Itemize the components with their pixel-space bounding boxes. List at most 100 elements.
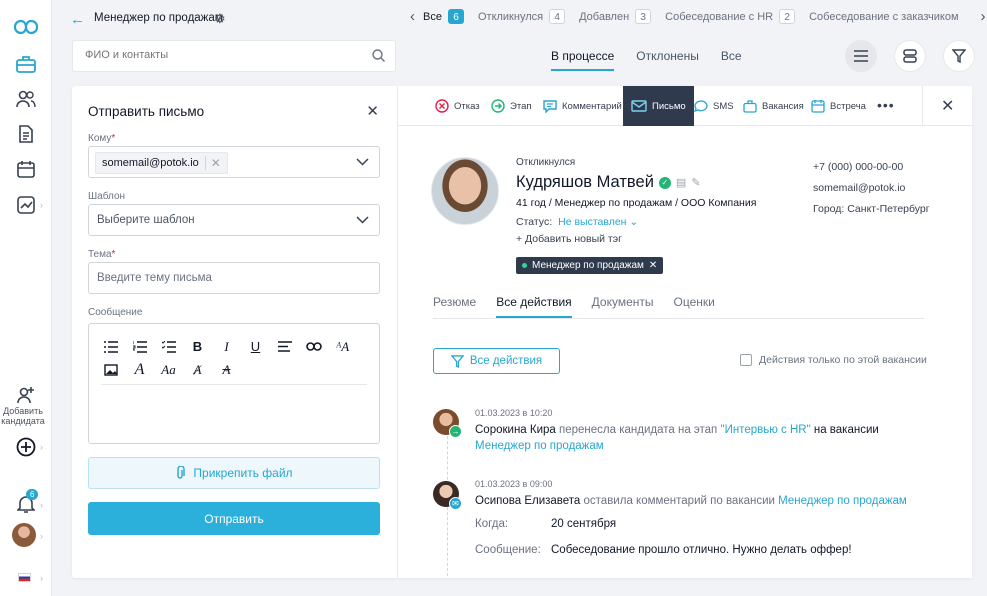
edit-icon[interactable]: ✎ bbox=[691, 176, 700, 189]
stage-added[interactable]: Добавлен 3 bbox=[579, 9, 652, 24]
meeting-action[interactable]: Встреча bbox=[811, 86, 866, 126]
email-action[interactable]: Письмо bbox=[623, 86, 694, 126]
vacancy-link[interactable]: Менеджер по продажам bbox=[778, 495, 907, 507]
send-button[interactable]: Отправить bbox=[88, 502, 380, 535]
event-when: Когда: 20 сентября bbox=[475, 518, 617, 530]
search-icon[interactable] bbox=[372, 49, 385, 65]
all-actions-filter-button[interactable]: Все действия bbox=[433, 348, 560, 374]
tab-all[interactable]: Все bbox=[721, 49, 742, 71]
subject-placeholder: Введите тему письма bbox=[97, 272, 212, 284]
tab-all-actions[interactable]: Все действия bbox=[496, 295, 572, 318]
gear-icon[interactable]: ⚙ bbox=[214, 11, 226, 27]
left-rail: › Добавить кандидата › 6 › › › bbox=[0, 0, 52, 596]
clear-format-icon[interactable]: A bbox=[217, 361, 236, 378]
subject-input[interactable]: Введите тему письма bbox=[88, 262, 380, 294]
tab-rejected[interactable]: Отклонены bbox=[636, 49, 699, 71]
vacancy-title[interactable]: Менеджер по продажам bbox=[94, 12, 223, 24]
bullet-list-icon[interactable] bbox=[101, 338, 120, 355]
document-icon[interactable] bbox=[13, 121, 39, 147]
stage-responded[interactable]: Откликнулся 4 bbox=[478, 9, 566, 24]
stage-client-interview[interactable]: Собеседование с заказчиком bbox=[809, 11, 958, 23]
briefcase-icon[interactable] bbox=[13, 51, 39, 77]
verified-icon: ✓ bbox=[658, 176, 671, 189]
send-email-panel: Отправить письмо ✕ Кому* somemail@potok.… bbox=[72, 86, 397, 578]
event-text: Осипова Елизавета оставила комментарий п… bbox=[475, 495, 907, 507]
only-vacancy-checkbox[interactable]: Действия только по этой вакансии bbox=[740, 354, 927, 366]
logo-icon[interactable] bbox=[13, 14, 39, 40]
chevron-right-icon[interactable]: › bbox=[981, 8, 986, 25]
vacancy-link[interactable]: Менеджер по продажам bbox=[475, 440, 604, 452]
stage-action[interactable]: Этап bbox=[491, 86, 532, 126]
tab-in-progress[interactable]: В процессе bbox=[551, 49, 615, 71]
envelope-icon bbox=[631, 100, 647, 112]
stage-hr-interview[interactable]: Собеседование с HR 2 bbox=[665, 9, 796, 24]
template-select[interactable]: Выберите шаблон bbox=[88, 204, 380, 236]
list-view-button[interactable] bbox=[845, 40, 877, 72]
align-left-icon[interactable] bbox=[275, 338, 294, 355]
back-arrow-icon[interactable]: ← bbox=[70, 11, 85, 28]
link-icon[interactable] bbox=[304, 338, 323, 355]
attach-file-button[interactable]: Прикрепить файл bbox=[88, 457, 380, 489]
vacancy-action[interactable]: Вакансия bbox=[743, 86, 804, 126]
candidate-tag: Менеджер по продажам ✕ bbox=[516, 257, 664, 274]
filter-button[interactable] bbox=[943, 40, 975, 72]
search-input[interactable] bbox=[85, 49, 365, 61]
remove-recipient-icon[interactable]: ✕ bbox=[204, 156, 221, 170]
resume-icon[interactable]: ▤ bbox=[676, 176, 686, 189]
candidate-email[interactable]: somemail@potok.io bbox=[813, 178, 930, 199]
font-style-icon[interactable]: A bbox=[130, 361, 149, 378]
status-dropdown[interactable]: Не выставлен ⌄ bbox=[558, 216, 638, 228]
card-view-button[interactable] bbox=[894, 40, 926, 72]
stage-all[interactable]: Все 6 bbox=[423, 9, 464, 24]
add-tag-link[interactable]: + Добавить новый тэг bbox=[516, 233, 622, 245]
comment-action[interactable]: Комментарий bbox=[543, 86, 622, 126]
reject-action[interactable]: Отказ bbox=[435, 86, 480, 126]
numbered-list-icon[interactable] bbox=[130, 338, 149, 355]
bold-icon[interactable]: B bbox=[188, 338, 207, 355]
chevron-right-icon: › bbox=[40, 573, 43, 583]
more-icon[interactable]: ••• bbox=[877, 97, 895, 113]
image-icon[interactable] bbox=[101, 361, 120, 378]
editor-toolbar-row-2: A Aa Ⱥ A bbox=[101, 361, 236, 378]
chevron-right-icon: › bbox=[40, 500, 43, 510]
user-avatar[interactable] bbox=[12, 523, 36, 547]
close-icon[interactable]: ✕ bbox=[941, 96, 954, 116]
text-color-icon[interactable]: Ⱥ bbox=[188, 361, 207, 378]
users-icon[interactable] bbox=[13, 86, 39, 112]
text-size-icon[interactable]: Aa bbox=[159, 361, 178, 378]
analytics-icon[interactable] bbox=[13, 192, 39, 218]
candidate-phone[interactable]: +7 (000) 000-00-00 bbox=[813, 157, 930, 178]
candidate-subtitle: 41 год / Менеджер по продажам / ООО Комп… bbox=[516, 197, 757, 209]
stage-change-icon: → bbox=[449, 425, 462, 438]
underline-icon[interactable]: U bbox=[246, 338, 265, 355]
font-size-icon[interactable]: ᴬA bbox=[333, 338, 352, 355]
stage-link[interactable]: "Интервью с HR" bbox=[720, 424, 810, 436]
checklist-icon[interactable] bbox=[159, 338, 178, 355]
tab-documents[interactable]: Документы bbox=[592, 295, 654, 318]
remove-tag-icon[interactable]: ✕ bbox=[649, 260, 657, 271]
language-flag-icon[interactable] bbox=[18, 573, 31, 582]
columns-icon bbox=[903, 49, 917, 63]
sms-action[interactable]: SMS bbox=[694, 86, 734, 126]
candidate-card: Отказ Этап Комментарий Письмо SMS Ваканс… bbox=[398, 86, 972, 578]
message-label: Сообщение bbox=[88, 307, 143, 318]
add-candidate-label[interactable]: Добавить кандидата bbox=[0, 406, 46, 426]
tab-resume[interactable]: Резюме bbox=[433, 295, 476, 318]
funnel-icon bbox=[450, 354, 464, 368]
editor-toolbar-row-1: B I U ᴬA bbox=[101, 338, 352, 355]
template-placeholder: Выберите шаблон bbox=[97, 214, 195, 226]
chevron-down-icon[interactable] bbox=[356, 213, 369, 227]
calendar-icon[interactable] bbox=[13, 156, 39, 182]
to-field[interactable]: somemail@potok.io ✕ bbox=[88, 146, 380, 178]
tab-ratings[interactable]: Оценки bbox=[674, 295, 715, 318]
chevron-down-icon[interactable] bbox=[356, 155, 369, 169]
message-editor[interactable]: B I U ᴬA A Aa Ⱥ A bbox=[88, 323, 380, 444]
add-user-icon[interactable] bbox=[13, 382, 39, 408]
card-tabs: Резюме Все действия Документы Оценки bbox=[433, 295, 924, 319]
close-icon[interactable]: ✕ bbox=[366, 102, 379, 120]
chevron-left-icon[interactable]: ‹ bbox=[410, 8, 415, 25]
checkbox[interactable] bbox=[740, 354, 752, 366]
plus-circle-icon[interactable] bbox=[13, 434, 39, 460]
chevron-right-icon: › bbox=[40, 200, 43, 210]
italic-icon[interactable]: I bbox=[217, 338, 236, 355]
